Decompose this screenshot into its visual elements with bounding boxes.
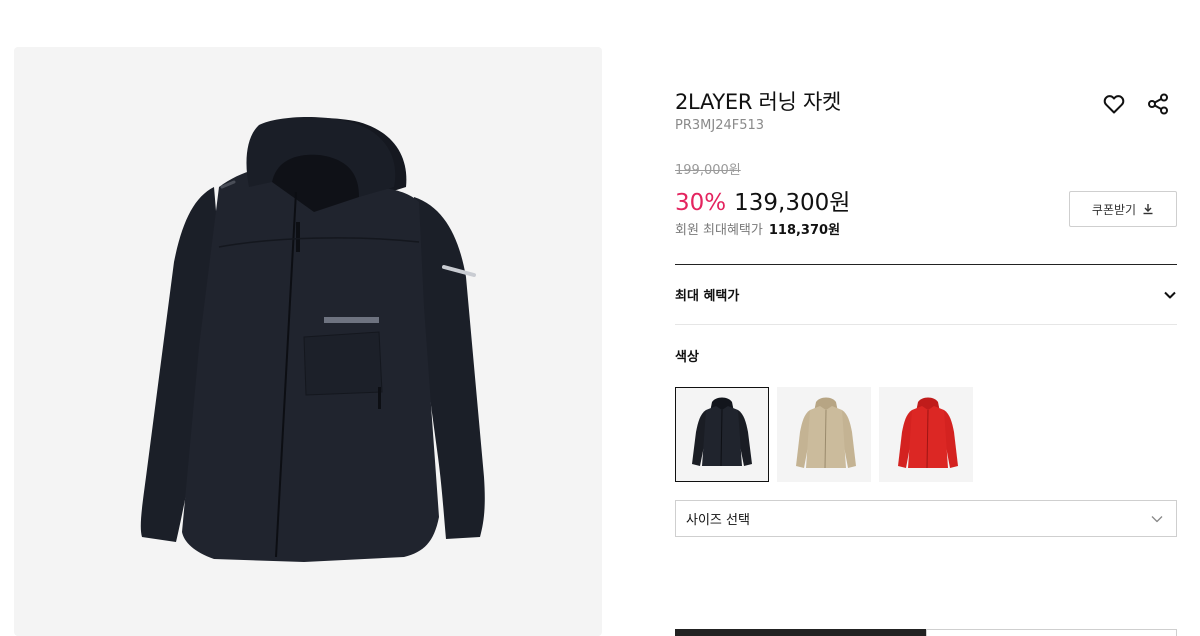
color-option-black[interactable] — [675, 387, 769, 482]
jacket-thumbnail-black — [692, 397, 752, 467]
sale-price: 139,300원 — [734, 190, 851, 216]
share-button[interactable] — [1146, 92, 1170, 116]
color-option-beige[interactable] — [777, 387, 871, 482]
product-main-image — [14, 47, 602, 636]
discount-rate: 30% — [675, 190, 727, 216]
jacket-thumbnail-red — [898, 397, 958, 469]
color-options — [675, 387, 973, 482]
download-icon — [1143, 204, 1153, 215]
primary-action-button[interactable] — [675, 629, 926, 636]
heart-icon — [1103, 95, 1125, 114]
product-code: PR3MJ24F513 — [675, 118, 765, 133]
max-benefit-label: 최대 혜택가 — [675, 289, 740, 304]
share-icon — [1148, 93, 1168, 115]
coupon-button[interactable]: 쿠폰받기 — [1069, 191, 1177, 227]
jacket-thumbnail-beige — [796, 397, 856, 469]
wishlist-button[interactable] — [1102, 92, 1126, 116]
section-divider — [675, 324, 1177, 325]
jacket-image — [140, 117, 485, 562]
original-price: 199,000원 — [675, 163, 741, 178]
member-price: 118,370원 — [768, 223, 841, 238]
product-title: 2LAYER 러닝 자켓 — [675, 90, 841, 114]
color-option-red[interactable] — [879, 387, 973, 482]
chevron-down-icon — [1164, 291, 1176, 298]
chevron-down-icon — [1151, 515, 1163, 522]
size-select-placeholder: 사이즈 선택 — [686, 513, 750, 528]
coupon-label: 쿠폰받기 — [1091, 202, 1137, 217]
color-section-label: 색상 — [675, 350, 699, 365]
secondary-action-button[interactable] — [926, 629, 1177, 636]
sale-price-row: 30% 139,300원 — [675, 183, 850, 217]
max-benefit-toggle[interactable]: 최대 혜택가 — [675, 265, 1177, 324]
member-price-row: 회원 최대혜택가 118,370원 — [675, 219, 840, 238]
member-price-label: 회원 최대혜택가 — [675, 223, 763, 238]
product-info-panel: 2LAYER 러닝 자켓 PR3MJ24F513 199,000원 30% 139… — [675, 0, 1177, 636]
size-select[interactable]: 사이즈 선택 — [675, 500, 1177, 537]
